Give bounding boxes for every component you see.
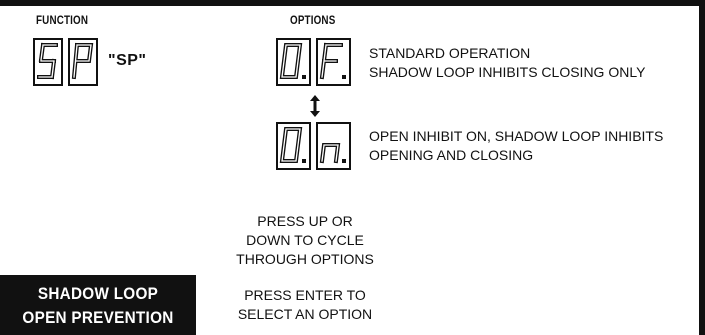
title-badge: SHADOW LOOP OPEN PREVENTION: [0, 275, 196, 335]
option-1-digit-0: [276, 38, 311, 86]
option-2-digit-n: [316, 122, 351, 170]
cycle-instructions-line-2: DOWN TO CYCLE: [246, 232, 364, 248]
options-header: OPTIONS: [290, 13, 336, 27]
select-instructions-line-2: SELECT AN OPTION: [237, 306, 373, 322]
select-instructions: PRESS ENTER TO SELECT AN OPTION: [230, 286, 380, 324]
title-badge-line-2: OPEN PREVENTION: [22, 308, 174, 327]
up-down-arrow-icon: [309, 93, 321, 119]
option-2-line-2: OPENING AND CLOSING: [369, 147, 534, 163]
function-digit-p: [68, 38, 98, 86]
function-code-label: "SP": [108, 52, 147, 69]
option-2-description: OPEN INHIBIT ON, SHADOW LOOP INHIBITS OP…: [369, 127, 663, 165]
function-digit-s: [33, 38, 63, 86]
cycle-instructions-line-3: THROUGH OPTIONS: [236, 251, 374, 267]
option-1-line-2: SHADOW LOOP INHIBITS CLOSING ONLY: [369, 64, 646, 80]
option-2-line-1: OPEN INHIBIT ON, SHADOW LOOP INHIBITS: [369, 128, 664, 144]
option-1-description: STANDARD OPERATION SHADOW LOOP INHIBITS …: [369, 44, 645, 82]
title-badge-line-1: SHADOW LOOP: [37, 284, 159, 303]
option-2-digit-0: [276, 122, 311, 170]
select-instructions-line-1: PRESS ENTER TO: [244, 287, 366, 303]
cycle-instructions-line-1: PRESS UP OR: [257, 213, 353, 229]
cycle-instructions: PRESS UP OR DOWN TO CYCLE THROUGH OPTION…: [230, 212, 380, 269]
function-header: FUNCTION: [36, 13, 89, 27]
option-1-line-1: STANDARD OPERATION: [369, 45, 531, 61]
option-1-digit-f: [316, 38, 351, 86]
